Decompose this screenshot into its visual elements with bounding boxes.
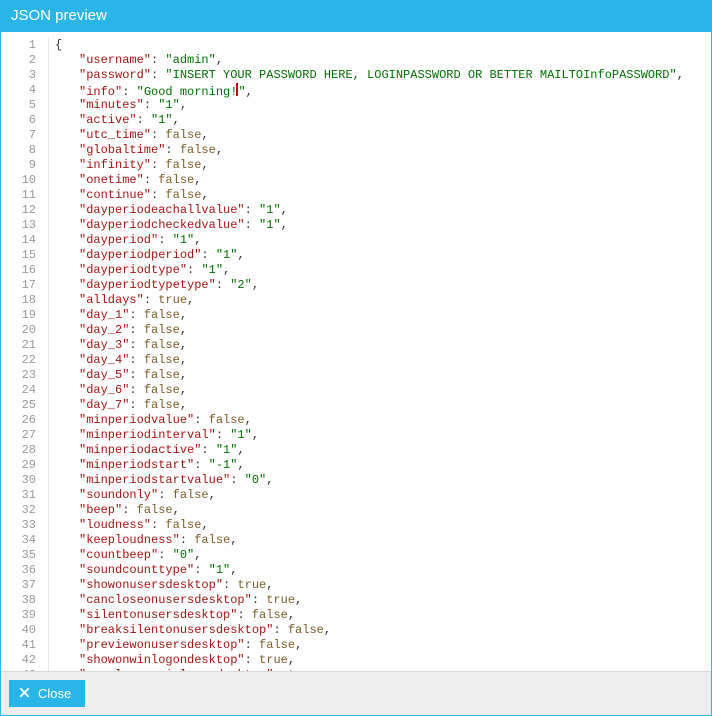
code-line[interactable]: "dayperiodeachallvalue": "1", [55,203,684,218]
code-line[interactable]: "previewonusersdesktop": false, [55,638,684,653]
line-number: 14 [7,233,40,248]
line-number: 6 [7,113,40,128]
code-line[interactable]: "day_3": false, [55,338,684,353]
line-number: 11 [7,188,40,203]
dialog-footer: Close [1,671,711,715]
code-line[interactable]: "soundonly": false, [55,488,684,503]
line-number: 10 [7,173,40,188]
line-number: 7 [7,128,40,143]
line-number: 41 [7,638,40,653]
line-number: 9 [7,158,40,173]
code-line[interactable]: "dayperiodtypetype": "2", [55,278,684,293]
line-number: 29 [7,458,40,473]
line-number: 1 [7,38,40,53]
line-number: 5 [7,98,40,113]
line-number: 40 [7,623,40,638]
window-title: JSON preview [11,7,107,24]
line-number: 24 [7,383,40,398]
code-line[interactable]: "silentonusersdesktop": false, [55,608,684,623]
line-number: 37 [7,578,40,593]
code-line[interactable]: "info": "Good morning!", [55,83,684,98]
line-number: 34 [7,533,40,548]
code-line[interactable]: "cancloseonusersdesktop": true, [55,593,684,608]
code-line[interactable]: "password": "INSERT YOUR PASSWORD HERE, … [55,68,684,83]
line-number: 25 [7,398,40,413]
code-line[interactable]: "utc_time": false, [55,128,684,143]
code-line[interactable]: "soundcounttype": "1", [55,563,684,578]
line-number: 27 [7,428,40,443]
line-number: 20 [7,323,40,338]
line-number: 8 [7,143,40,158]
code-line[interactable]: "continue": false, [55,188,684,203]
code-line[interactable]: "showonusersdesktop": true, [55,578,684,593]
code-line[interactable]: "minperiodactive": "1", [55,443,684,458]
code-line[interactable]: { [55,38,684,53]
code-line[interactable]: "beep": false, [55,503,684,518]
code-line[interactable]: "breaksilentonusersdesktop": false, [55,623,684,638]
line-number: 4 [7,83,40,98]
line-number: 43 [7,668,40,671]
code-editor[interactable]: 1234567891011121314151617181920212223242… [7,38,705,671]
line-number: 38 [7,593,40,608]
code-line[interactable]: "day_5": false, [55,368,684,383]
code-line[interactable]: "loudness": false, [55,518,684,533]
code-line[interactable]: "day_6": false, [55,383,684,398]
line-number: 23 [7,368,40,383]
code-line[interactable]: "showonwinlogondesktop": true, [55,653,684,668]
line-number: 30 [7,473,40,488]
close-button[interactable]: Close [9,680,85,707]
line-number: 26 [7,413,40,428]
line-number: 16 [7,263,40,278]
line-number: 17 [7,278,40,293]
line-number: 32 [7,503,40,518]
line-number: 15 [7,248,40,263]
code-line[interactable]: "onetime": false, [55,173,684,188]
line-number: 36 [7,563,40,578]
code-line[interactable]: "alldays": true, [55,293,684,308]
code-line[interactable]: "day_1": false, [55,308,684,323]
code-line[interactable]: "countbeep": "0", [55,548,684,563]
line-number-gutter: 1234567891011121314151617181920212223242… [7,38,49,671]
line-number: 33 [7,518,40,533]
code-line[interactable]: "username": "admin", [55,53,684,68]
line-number: 21 [7,338,40,353]
code-line[interactable]: "active": "1", [55,113,684,128]
line-number: 28 [7,443,40,458]
code-line[interactable]: "dayperiodtype": "1", [55,263,684,278]
code-line[interactable]: "minperiodvalue": false, [55,413,684,428]
line-number: 19 [7,308,40,323]
code-line[interactable]: "day_2": false, [55,323,684,338]
code-line[interactable]: "dayperiod": "1", [55,233,684,248]
code-line[interactable]: "dayperiodperiod": "1", [55,248,684,263]
code-line[interactable]: "day_7": false, [55,398,684,413]
close-button-label: Close [38,686,71,701]
code-line[interactable]: "cancloseonwinlogondesktop": true, [55,668,684,671]
code-line[interactable]: "minperiodinterval": "1", [55,428,684,443]
json-preview-window: JSON preview 123456789101112131415161718… [0,0,712,716]
code-line[interactable]: "minperiodstart": "-1", [55,458,684,473]
line-number: 31 [7,488,40,503]
line-number: 35 [7,548,40,563]
code-line[interactable]: "minperiodstartvalue": "0", [55,473,684,488]
code-line[interactable]: "minutes": "1", [55,98,684,113]
code-line[interactable]: "globaltime": false, [55,143,684,158]
code-line[interactable]: "dayperiodcheckedvalue": "1", [55,218,684,233]
line-number: 39 [7,608,40,623]
code-line[interactable]: "day_4": false, [55,353,684,368]
window-titlebar: JSON preview [1,1,711,32]
code-line[interactable]: "infinity": false, [55,158,684,173]
line-number: 12 [7,203,40,218]
code-line[interactable]: "keeploudness": false, [55,533,684,548]
close-icon [19,686,30,701]
code-content[interactable]: {"username": "admin","password": "INSERT… [49,38,684,671]
line-number: 3 [7,68,40,83]
line-number: 22 [7,353,40,368]
line-number: 2 [7,53,40,68]
line-number: 13 [7,218,40,233]
line-number: 42 [7,653,40,668]
line-number: 18 [7,293,40,308]
